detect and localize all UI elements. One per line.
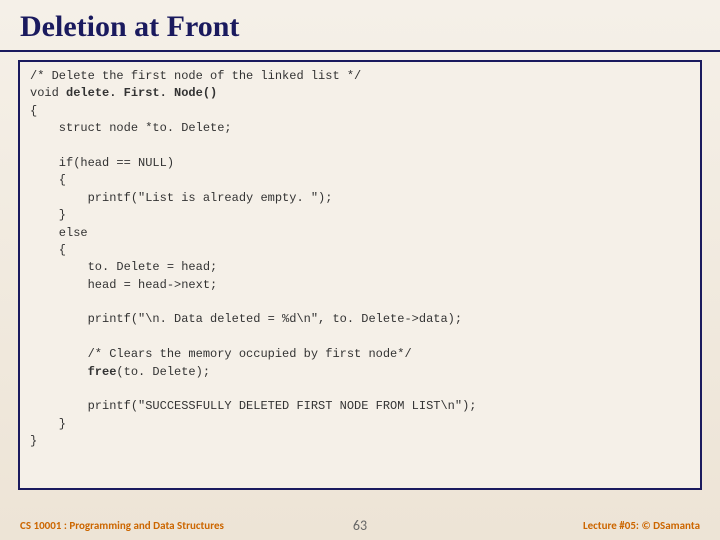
footer-right: Lecture #05: © DSamanta (583, 519, 700, 532)
code-line: head = head->next; (30, 278, 217, 292)
page-title: Deletion at Front (0, 0, 720, 52)
code-line: (to. Delete); (116, 365, 210, 379)
code-bold: delete. First. Node() (66, 86, 217, 100)
code-line: struct node *to. Delete; (30, 121, 232, 135)
code-content: /* Delete the first node of the linked l… (30, 68, 690, 451)
code-line: { (30, 173, 66, 187)
code-line: printf("SUCCESSFULLY DELETED FIRST NODE … (30, 399, 476, 413)
code-line: { (30, 243, 66, 257)
code-line (30, 365, 88, 379)
code-line: } (30, 417, 66, 431)
code-line: { (30, 104, 37, 118)
code-bold: free (88, 365, 117, 379)
code-line: printf("List is already empty. "); (30, 191, 332, 205)
code-line: void (30, 86, 66, 100)
page-number: 63 (353, 517, 367, 534)
code-line: to. Delete = head; (30, 260, 217, 274)
code-line: printf("\n. Data deleted = %d\n", to. De… (30, 312, 462, 326)
code-line: } (30, 434, 37, 448)
code-line: /* Clears the memory occupied by first n… (30, 347, 412, 361)
code-line: /* Delete the first node of the linked l… (30, 69, 361, 83)
footer: CS 10001 : Programming and Data Structur… (0, 519, 720, 532)
code-line: else (30, 226, 88, 240)
code-line: } (30, 208, 66, 222)
code-block: /* Delete the first node of the linked l… (18, 60, 702, 490)
code-line: if(head == NULL) (30, 156, 174, 170)
footer-left: CS 10001 : Programming and Data Structur… (20, 519, 224, 532)
